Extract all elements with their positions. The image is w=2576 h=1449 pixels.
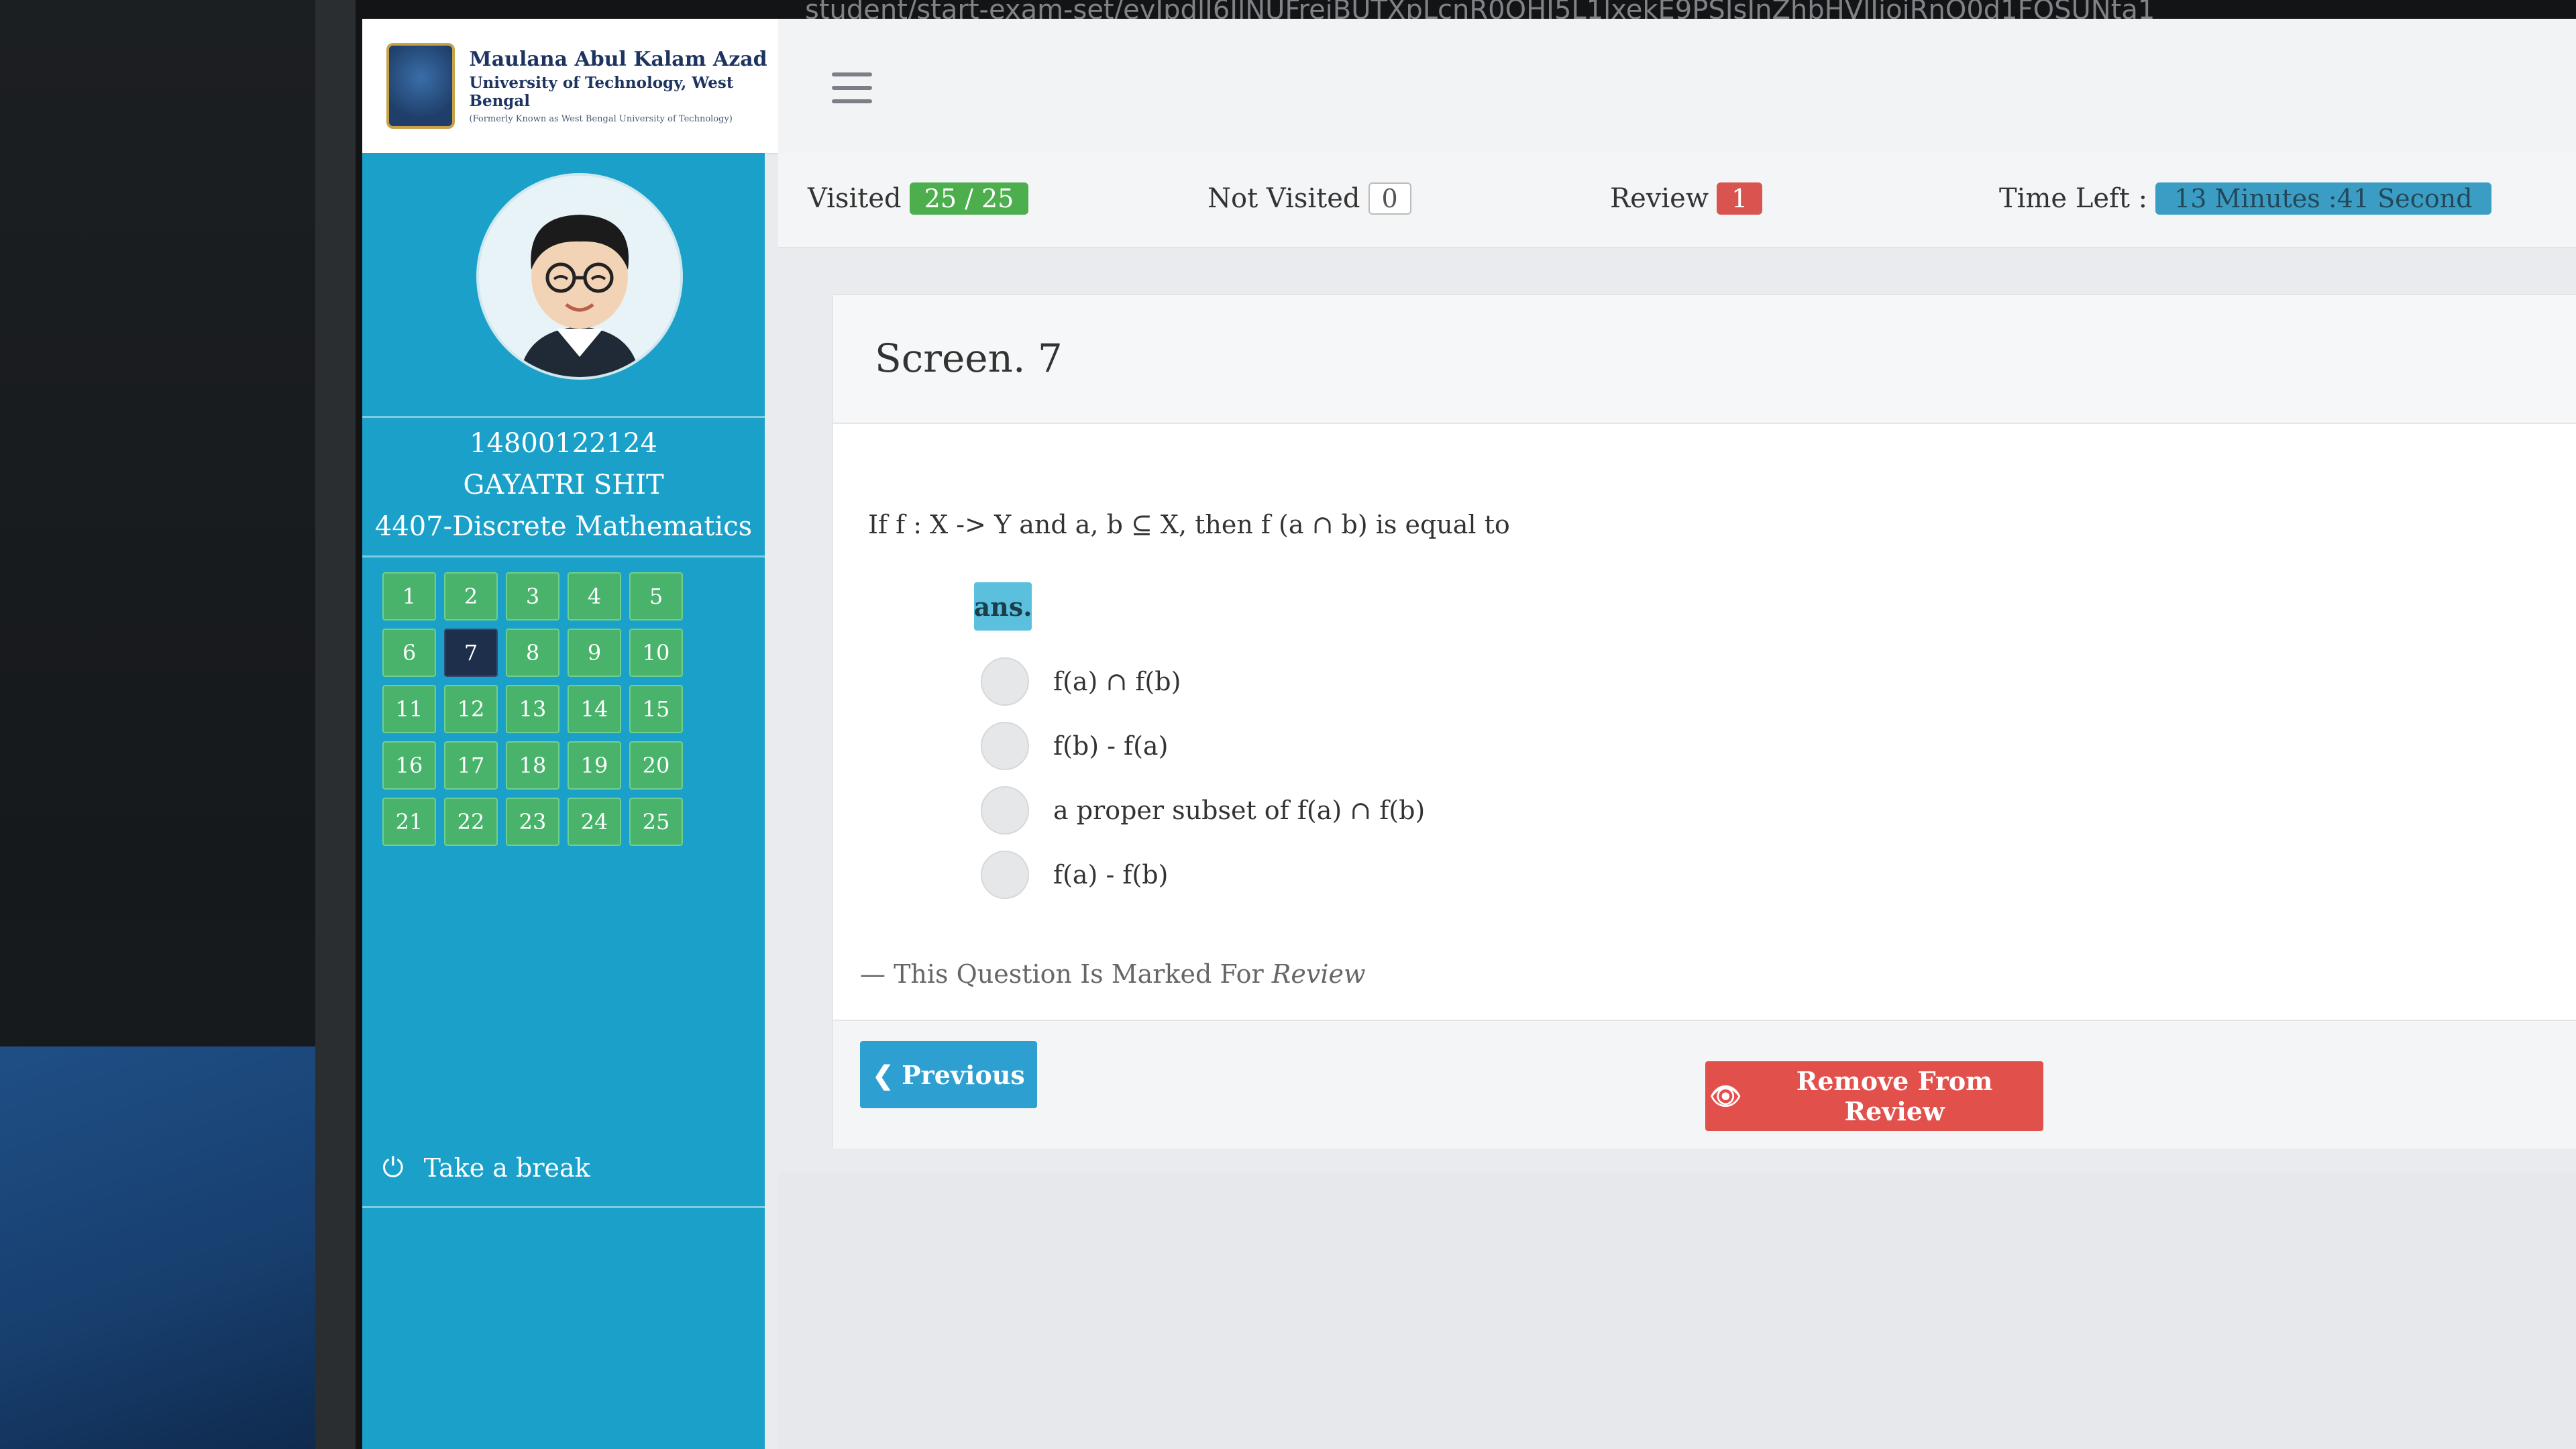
review-status: Review 1 <box>1610 182 1763 215</box>
sidebar-divider <box>362 555 765 557</box>
logo-line-1: Maulana Abul Kalam Azad <box>469 48 767 71</box>
exam-subject: 4407-Discrete Mathematics <box>374 511 753 542</box>
student-name: GAYATRI SHIT <box>463 470 664 500</box>
question-nav-button-15[interactable]: 15 <box>629 685 683 733</box>
question-nav-button-18[interactable]: 18 <box>506 741 559 790</box>
answer-option-3[interactable]: a proper subset of f(a) ∩ f(b) <box>981 786 1425 835</box>
question-nav-button-16[interactable]: 16 <box>382 741 436 790</box>
question-nav-button-25[interactable]: 25 <box>629 798 683 846</box>
power-icon: ⏻ <box>382 1152 404 1183</box>
status-bar: Visited 25 / 25 Not Visited 0 Review 1 T… <box>778 153 2576 248</box>
question-nav-button-4[interactable]: 4 <box>568 572 621 621</box>
logo-line-3: (Formerly Known as West Bengal Universit… <box>469 114 733 124</box>
answer-option-2[interactable]: f(b) - f(a) <box>981 722 1168 770</box>
review-note-text: — This Question Is Marked For <box>860 959 1272 989</box>
logo-text: Maulana Abul Kalam Azad University of Te… <box>470 48 779 124</box>
visited-badge: 25 / 25 <box>909 182 1029 215</box>
option-text: f(a) - f(b) <box>1053 860 1169 890</box>
not-visited-status: Not Visited 0 <box>1208 182 1411 215</box>
previous-button-label: Previous <box>902 1059 1025 1090</box>
sidebar: 14800122124 GAYATRI SHIT 4407-Discrete M… <box>362 153 765 1449</box>
visited-status: Visited 25 / 25 <box>808 182 1029 215</box>
take-break-label: Take a break <box>423 1153 590 1183</box>
question-panel-header: Screen. 7 <box>833 295 2576 424</box>
hamburger-menu-icon[interactable] <box>832 72 872 103</box>
question-nav-button-7[interactable]: 7 <box>444 629 498 677</box>
question-text: If f : X -> Y and a, b ⊆ X, then f (a ∩ … <box>868 510 1510 539</box>
university-logo-block: Maulana Abul Kalam Azad University of Te… <box>362 19 778 153</box>
radio-button[interactable] <box>981 851 1029 899</box>
student-roll-number: 14800122124 <box>470 428 657 459</box>
question-nav-button-9[interactable]: 9 <box>568 629 621 677</box>
review-note-emphasis: Review <box>1271 959 1366 989</box>
logo-line-2: University of Technology, West Bengal <box>469 74 734 110</box>
screen-title: Screen. 7 <box>875 335 1063 381</box>
answer-option-4[interactable]: f(a) - f(b) <box>981 851 1168 899</box>
option-text: f(a) ∩ f(b) <box>1053 667 1181 696</box>
question-nav-button-5[interactable]: 5 <box>629 572 683 621</box>
review-badge: 1 <box>1717 182 1763 215</box>
option-text: f(b) - f(a) <box>1053 731 1169 761</box>
question-nav-button-8[interactable]: 8 <box>506 629 559 677</box>
top-header: Maulana Abul Kalam Azad University of Te… <box>362 19 2576 154</box>
question-palette: 1 2 3 4 5 6 7 8 9 10 11 12 13 14 15 16 17 18 19 20 21 22 23 24 2… <box>382 572 698 846</box>
question-nav-button-6[interactable]: 6 <box>382 629 436 677</box>
avatar <box>476 173 683 380</box>
question-nav-button-22[interactable]: 22 <box>444 798 498 846</box>
eye-icon: 👁 <box>1709 1081 1742 1111</box>
exam-screen: Maulana Abul Kalam Azad University of Te… <box>362 19 2576 1449</box>
sidebar-divider <box>362 416 765 418</box>
question-nav-button-12[interactable]: 12 <box>444 685 498 733</box>
question-nav-button-3[interactable]: 3 <box>506 572 559 621</box>
radio-button[interactable] <box>981 786 1029 835</box>
student-avatar-icon <box>479 176 680 377</box>
sidebar-divider <box>362 1206 765 1208</box>
university-crest-icon <box>386 43 455 129</box>
content-background <box>778 1173 2576 1449</box>
question-nav-button-17[interactable]: 17 <box>444 741 498 790</box>
question-nav-button-13[interactable]: 13 <box>506 685 559 733</box>
take-break-button[interactable]: ⏻ Take a break <box>382 1152 590 1183</box>
radio-button[interactable] <box>981 722 1029 770</box>
answer-option-1[interactable]: f(a) ∩ f(b) <box>981 657 1181 706</box>
remove-from-review-button[interactable]: 👁 Remove From Review <box>1705 1061 2043 1131</box>
previous-button[interactable]: ❮ Previous <box>860 1041 1037 1108</box>
question-nav-button-10[interactable]: 10 <box>629 629 683 677</box>
chevron-left-circle-icon: ❮ <box>872 1059 894 1090</box>
review-note: — This Question Is Marked For Review <box>860 959 1366 989</box>
question-nav-button-20[interactable]: 20 <box>629 741 683 790</box>
question-nav-button-2[interactable]: 2 <box>444 572 498 621</box>
option-text: a proper subset of f(a) ∩ f(b) <box>1053 796 1426 825</box>
radio-button[interactable] <box>981 657 1029 706</box>
question-nav-button-21[interactable]: 21 <box>382 798 436 846</box>
question-nav-button-1[interactable]: 1 <box>382 572 436 621</box>
time-left-label: Time Left : <box>1999 183 2148 214</box>
not-visited-label: Not Visited <box>1208 183 1360 214</box>
answer-label: ans. <box>974 582 1032 631</box>
monitor-edge <box>315 0 356 1449</box>
question-nav-button-14[interactable]: 14 <box>568 685 621 733</box>
question-nav-button-23[interactable]: 23 <box>506 798 559 846</box>
not-visited-badge: 0 <box>1368 182 1411 215</box>
background-object <box>0 1046 315 1449</box>
time-left-status: Time Left : 13 Minutes :41 Second <box>1999 182 2491 215</box>
question-panel-footer: ❮ Previous 👁 Remove From Review <box>833 1020 2576 1148</box>
question-nav-button-24[interactable]: 24 <box>568 798 621 846</box>
visited-label: Visited <box>808 183 902 214</box>
remove-from-review-label: Remove From Review <box>1796 1066 1993 1126</box>
question-panel: Screen. 7 If f : X -> Y and a, b ⊆ X, th… <box>832 294 2576 1148</box>
question-nav-button-11[interactable]: 11 <box>382 685 436 733</box>
review-label: Review <box>1610 183 1709 214</box>
time-left-badge: 13 Minutes :41 Second <box>2155 182 2491 215</box>
question-nav-button-19[interactable]: 19 <box>568 741 621 790</box>
